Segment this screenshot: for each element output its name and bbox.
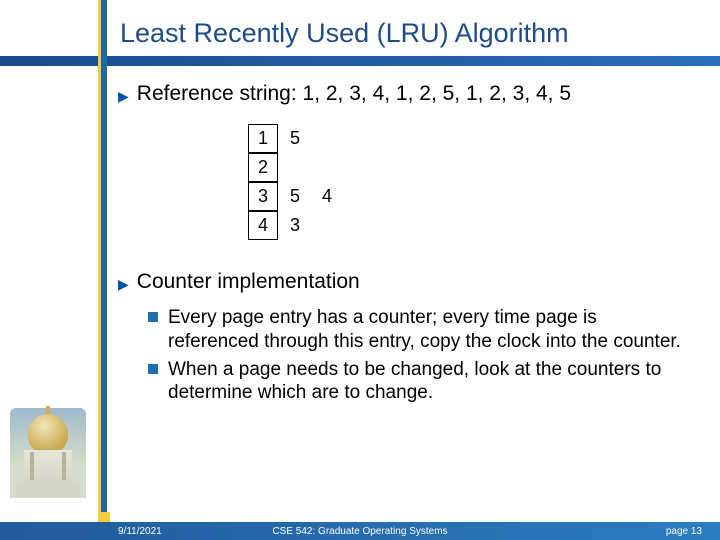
list-item: When a page needs to be changed, look at… bbox=[148, 358, 688, 406]
footer-date: 9/11/2021 bbox=[118, 526, 162, 537]
replacement-value: 4 bbox=[312, 182, 342, 211]
frame-row: 3 5 4 bbox=[248, 182, 688, 211]
frame-cell: 1 bbox=[248, 124, 278, 153]
reference-string-text: Reference string: 1, 2, 3, 4, 1, 2, 5, 1… bbox=[137, 82, 571, 106]
frame-cell: 4 bbox=[248, 211, 278, 240]
frame-cell: 3 bbox=[248, 182, 278, 211]
footer-bar: 9/11/2021 CSE 542: Graduate Operating Sy… bbox=[0, 522, 720, 540]
sub-bullet-list: Every page entry has a counter; every ti… bbox=[148, 306, 688, 405]
dome-logo bbox=[10, 408, 86, 498]
content-area: ▶ Reference string: 1, 2, 3, 4, 1, 2, 5,… bbox=[118, 82, 688, 409]
frame-cell: 2 bbox=[248, 153, 278, 182]
frames-diagram: 1 5 2 3 5 4 4 3 bbox=[248, 124, 688, 240]
counter-heading-text: Counter implementation bbox=[137, 270, 360, 294]
frame-row: 1 5 bbox=[248, 124, 688, 153]
frame-row: 4 3 bbox=[248, 211, 688, 240]
replacement-value: 5 bbox=[280, 124, 310, 153]
sub-bullet-text: Every page entry has a counter; every ti… bbox=[168, 306, 688, 354]
reference-string-line: ▶ Reference string: 1, 2, 3, 4, 1, 2, 5,… bbox=[118, 82, 688, 106]
replacement-value: 5 bbox=[280, 182, 310, 211]
replacement-value: 3 bbox=[280, 211, 310, 240]
list-item: Every page entry has a counter; every ti… bbox=[148, 306, 688, 354]
frame-row: 2 bbox=[248, 153, 688, 182]
sub-bullet-text: When a page needs to be changed, look at… bbox=[168, 358, 688, 406]
vertical-accent-blue bbox=[101, 0, 107, 540]
counter-heading-line: ▶ Counter implementation bbox=[118, 270, 688, 294]
slide-title: Least Recently Used (LRU) Algorithm bbox=[120, 18, 569, 49]
bullet-square-icon bbox=[148, 364, 158, 374]
bullet-square-icon bbox=[148, 312, 158, 322]
bullet-triangle-icon: ▶ bbox=[118, 88, 129, 105]
footer-course: CSE 542: Graduate Operating Systems bbox=[272, 526, 447, 537]
footer-page: page 13 bbox=[666, 526, 702, 537]
bullet-triangle-icon: ▶ bbox=[118, 276, 129, 293]
title-underline-band bbox=[0, 56, 720, 66]
